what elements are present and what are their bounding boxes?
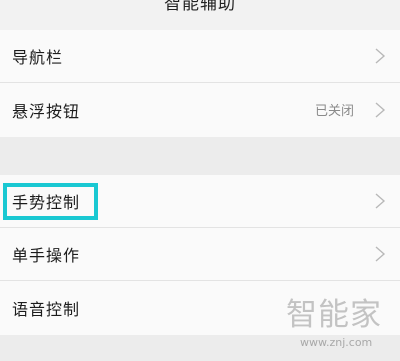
chevron-right-icon xyxy=(375,48,386,64)
row-label-navigation-bar: 导航栏 xyxy=(12,48,64,67)
row-label-voice-control: 语音控制 xyxy=(12,299,81,319)
settings-row-one-hand-mode[interactable]: 单手操作 xyxy=(0,228,400,281)
watermark-url: www.znj.com xyxy=(300,336,373,349)
chevron-right-icon xyxy=(375,101,386,118)
page-title: 智能辅助 xyxy=(164,0,236,14)
header-bar: 智能辅助 xyxy=(0,0,400,30)
settings-group-1: 导航栏 悬浮按钮 已关闭 xyxy=(0,30,400,137)
watermark: 智能家 www.znj.com xyxy=(286,296,396,358)
settings-row-floating-button[interactable]: 悬浮按钮 已关闭 xyxy=(0,83,400,136)
row-label-floating-button: 悬浮按钮 xyxy=(12,101,81,121)
watermark-brand: 智能家 xyxy=(286,297,382,333)
chevron-right-icon xyxy=(375,246,386,262)
row-label-one-hand-mode: 单手操作 xyxy=(12,246,81,265)
highlight-box xyxy=(3,183,98,220)
settings-row-navigation-bar[interactable]: 导航栏 xyxy=(0,30,400,83)
chevron-right-icon xyxy=(375,193,386,209)
row-value-floating-button-status: 已关闭 xyxy=(314,104,354,119)
